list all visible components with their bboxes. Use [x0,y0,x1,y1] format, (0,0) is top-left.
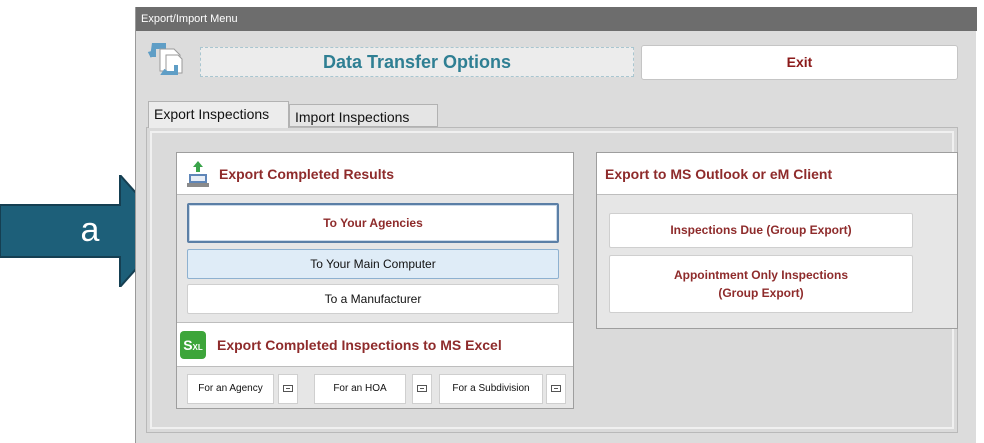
excel-export-header: SXL Export Completed Inspections to MS E… [177,322,573,367]
excel-icon: SXL [180,331,206,359]
to-your-agencies-button[interactable]: To Your Agencies [187,203,559,243]
page-title: Data Transfer Options [200,47,634,77]
to-a-manufacturer-button[interactable]: To a Manufacturer [187,284,559,314]
for-an-agency-button[interactable]: For an Agency [187,374,274,404]
for-an-hoa-button[interactable]: For an HOA [314,374,406,404]
appointment-only-line1: Appointment Only Inspections [673,268,848,282]
outlook-export-title: Export to MS Outlook or eM Client [597,153,957,195]
tab-export-inspections[interactable]: Export Inspections [148,101,289,128]
callout-label: a [80,211,100,249]
data-transfer-icon [147,43,183,75]
export-results-header: Export Completed Results [177,153,573,195]
for-a-subdivision-button[interactable]: For a Subdivision [439,374,543,404]
appointment-only-button[interactable]: Appointment Only Inspections (Group Expo… [609,255,913,313]
window-title: Export/Import Menu [136,7,977,31]
export-import-window: Export/Import Menu Data Transfer Options… [135,7,977,443]
export-results-title: Export Completed Results [219,166,395,182]
excel-export-title: Export Completed Inspections to MS Excel [217,337,502,353]
subdivision-email-icon[interactable] [546,374,566,404]
inspections-due-button[interactable]: Inspections Due (Group Export) [609,213,913,248]
to-your-main-computer-button[interactable]: To Your Main Computer [187,249,559,279]
export-computer-icon [187,161,209,187]
agency-email-icon[interactable] [278,374,298,404]
appointment-only-line2: (Group Export) [718,286,804,300]
tab-import-inspections[interactable]: Import Inspections [289,104,438,127]
hoa-email-icon[interactable] [412,374,432,404]
outlook-export-group: Export to MS Outlook or eM Client Inspec… [596,152,958,329]
export-results-group: Export Completed Results To Your Agencie… [176,152,574,409]
exit-button[interactable]: Exit [641,45,958,80]
